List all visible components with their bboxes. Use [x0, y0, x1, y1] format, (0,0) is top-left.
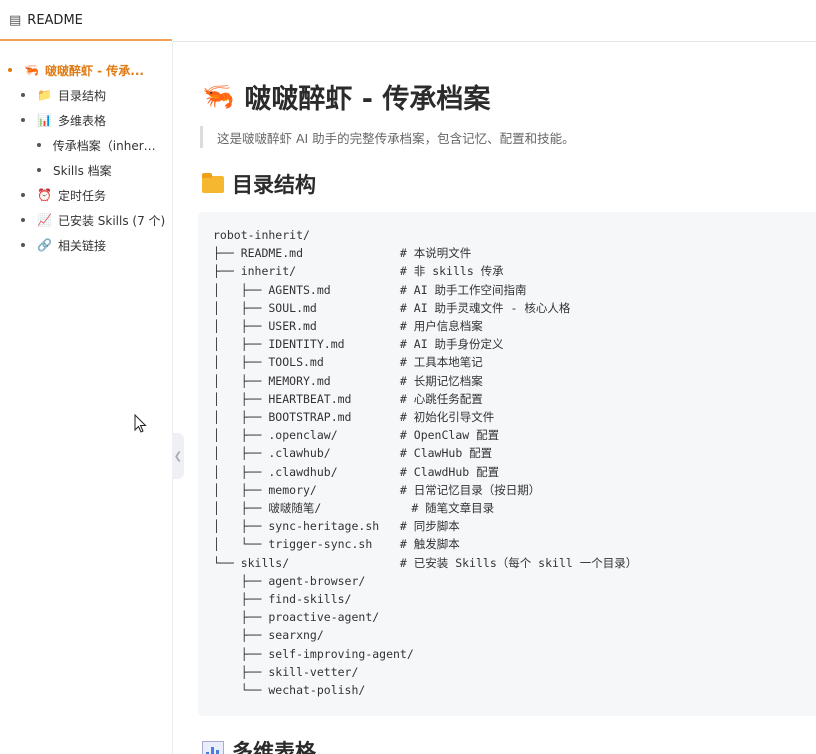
document-icon: ▤: [9, 12, 22, 28]
bullet: [21, 118, 25, 122]
tree-line: │ ├── USER.md # 用户信息档案: [213, 319, 483, 334]
folder-icon: [202, 172, 224, 193]
tree-line: │ ├── .openclaw/ # OpenClaw 配置: [213, 428, 500, 443]
toc-label: 目录结构: [57, 88, 106, 103]
tab-readme[interactable]: ▤ README: [0, 0, 88, 40]
chevron-left-icon: ❮: [173, 450, 183, 462]
tree-line: │ ├── BOOTSTRAP.md # 初始化引导文件: [213, 410, 495, 425]
bullet: [21, 218, 25, 222]
toc-item-scheduled-tasks[interactable]: ⏰ 定时任务: [21, 185, 106, 205]
tree-line: │ ├── SOUL.md # AI 助手灵魂文件 - 核心人格: [213, 300, 571, 315]
toc-item-title[interactable]: 🦐 啵啵醉虾 - 传承...: [8, 60, 144, 80]
bullet: [37, 168, 41, 172]
bar-chart-icon: 📊: [37, 113, 52, 127]
bullet: [37, 143, 41, 147]
tree-line: │ ├── AGENTS.md # AI 助手工作空间指南: [213, 282, 527, 297]
toc-item-directory[interactable]: 📁 目录结构: [21, 85, 106, 105]
alarm-clock-icon: ⏰: [37, 188, 52, 202]
tree-line: │ ├── TOOLS.md # 工具本地笔记: [213, 355, 483, 370]
section-heading-text: 目录结构: [232, 173, 316, 197]
tree-line: │ └── trigger-sync.sh # 触发脚本: [213, 537, 460, 552]
bar-chart-icon: [202, 741, 224, 754]
toc-item-skills-archive[interactable]: Skills 档案: [37, 160, 112, 180]
sidebar-collapse-handle[interactable]: ❮: [172, 433, 184, 479]
tree-line: │ ├── .clawhub/ # ClawHub 配置: [213, 446, 493, 461]
tree-line: ├── find-skills/: [240, 592, 352, 607]
tab-bar: ▤ README: [0, 0, 816, 42]
shrimp-icon: 🦐: [202, 81, 235, 112]
trend-chart-icon: 📈: [37, 213, 52, 227]
code-block[interactable]: robot-inherit/ ├── README.md # 本说明文件 ├──…: [198, 212, 816, 716]
mouse-cursor-icon: [134, 414, 147, 433]
tree-line: ├── skill-vetter/: [240, 664, 359, 679]
tree-line: ├── self-improving-agent/: [240, 646, 414, 661]
document-content: 🦐 啵啵醉虾 - 传承档案 这是啵啵醉虾 AI 助手的完整传承档案，包含记忆、配…: [196, 41, 816, 754]
toc-sidebar: 🦐 啵啵醉虾 - 传承... 📁 目录结构 📊 多维表格 传承档案（inheri…: [0, 41, 173, 754]
page-title-text: 啵啵醉虾 - 传承档案: [244, 84, 491, 115]
toc-label: Skills 档案: [53, 163, 112, 178]
toc-label: 啵啵醉虾 - 传承...: [44, 63, 144, 78]
link-icon: 🔗: [37, 238, 52, 252]
shrimp-icon: 🦐: [24, 63, 39, 77]
toc-label: 传承档案（inherit...: [52, 138, 157, 153]
section-heading-directory: 目录结构: [202, 169, 316, 199]
toc-label: 已安装 Skills (7 个): [57, 213, 166, 228]
intro-blockquote: 这是啵啵醉虾 AI 助手的完整传承档案，包含记忆、配置和技能。: [200, 126, 777, 148]
tree-line: └── wechat-polish/: [240, 683, 366, 698]
tree-line: ├── README.md # 本说明文件: [213, 246, 472, 261]
bullet: [21, 243, 25, 247]
section-heading-text: 多维表格: [232, 740, 316, 754]
toc-item-related-links[interactable]: 🔗 相关链接: [21, 235, 106, 255]
toc-label: 相关链接: [57, 238, 106, 253]
tree-line: ├── searxng/: [240, 628, 324, 643]
toc-label: 定时任务: [57, 188, 106, 203]
tree-line: │ ├── IDENTITY.md # AI 助手身份定义: [213, 337, 504, 352]
tree-line: │ ├── sync-heritage.sh # 同步脚本: [213, 519, 460, 534]
tree-line: │ ├── HEARTBEAT.md # 心跳任务配置: [213, 391, 483, 406]
toc-item-tables[interactable]: 📊 多维表格: [21, 110, 106, 130]
folder-icon: 📁: [37, 88, 52, 102]
toc-label: 多维表格: [57, 113, 106, 128]
bullet: [21, 93, 25, 97]
tree-line: │ ├── 啵啵随笔/ # 随笔文章目录: [213, 501, 495, 516]
toc-item-installed-skills[interactable]: 📈 已安装 Skills (7 个): [21, 210, 165, 230]
tree-line: │ ├── MEMORY.md # 长期记忆档案: [213, 373, 483, 388]
section-heading-tables: 多维表格: [202, 736, 316, 754]
bullet: [21, 193, 25, 197]
tree-line: └── skills/ # 已安装 Skills（每个 skill 一个目录）: [213, 555, 638, 570]
tree-line: │ ├── .clawdhub/ # ClawdHub 配置: [213, 464, 500, 479]
tree-line: ├── proactive-agent/: [240, 610, 380, 625]
tree-line: ├── inherit/ # 非 skills 传承: [213, 264, 504, 279]
toc-item-inherit[interactable]: 传承档案（inherit...: [37, 135, 157, 155]
tree-line: robot-inherit/: [213, 228, 310, 242]
directory-tree: robot-inherit/ ├── README.md # 本说明文件 ├──…: [198, 212, 816, 699]
tree-line: │ ├── memory/ # 日常记忆目录（按日期）: [213, 482, 541, 497]
bullet: [8, 68, 12, 72]
tree-line: ├── agent-browser/: [240, 573, 366, 588]
page-title: 🦐 啵啵醉虾 - 传承档案: [202, 77, 490, 116]
tab-title: README: [27, 12, 83, 28]
